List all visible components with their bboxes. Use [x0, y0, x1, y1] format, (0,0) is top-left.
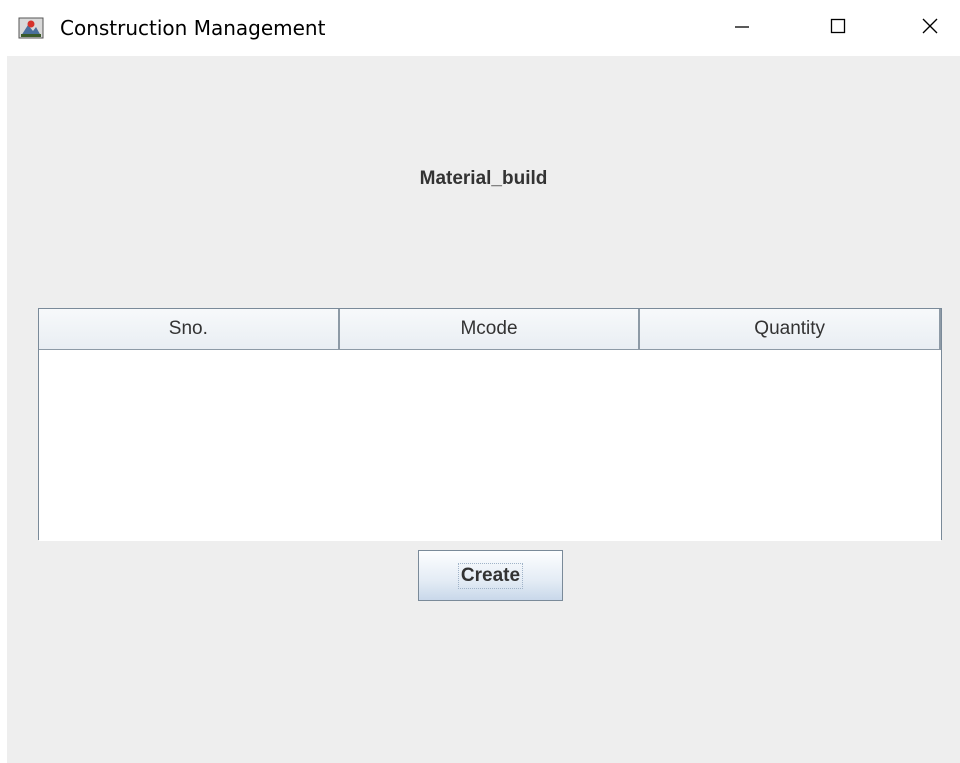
content-panel: Material_build Sno. Mcode Quantity Creat…: [7, 56, 960, 763]
app-window: Construction Management Material_build S…: [0, 0, 960, 763]
page-title: Material_build: [419, 168, 548, 189]
close-button[interactable]: [900, 0, 960, 56]
maximize-icon: [829, 17, 847, 40]
table-header: Sno. Mcode Quantity: [39, 309, 942, 350]
material-table[interactable]: Sno. Mcode Quantity: [38, 308, 942, 541]
maximize-button[interactable]: [808, 0, 868, 56]
close-icon: [921, 17, 939, 40]
minimize-button[interactable]: [712, 0, 772, 56]
app-icon: [18, 16, 44, 40]
window-title: Construction Management: [60, 16, 326, 40]
title-bar[interactable]: Construction Management: [0, 0, 960, 56]
column-header-quantity[interactable]: Quantity: [640, 309, 942, 349]
create-button-label: Create: [457, 562, 524, 589]
column-header-mcode[interactable]: Mcode: [340, 309, 641, 349]
minimize-icon: [733, 17, 751, 40]
create-button[interactable]: Create: [418, 550, 563, 601]
column-header-sno[interactable]: Sno.: [39, 309, 340, 349]
table-body[interactable]: [39, 351, 941, 541]
